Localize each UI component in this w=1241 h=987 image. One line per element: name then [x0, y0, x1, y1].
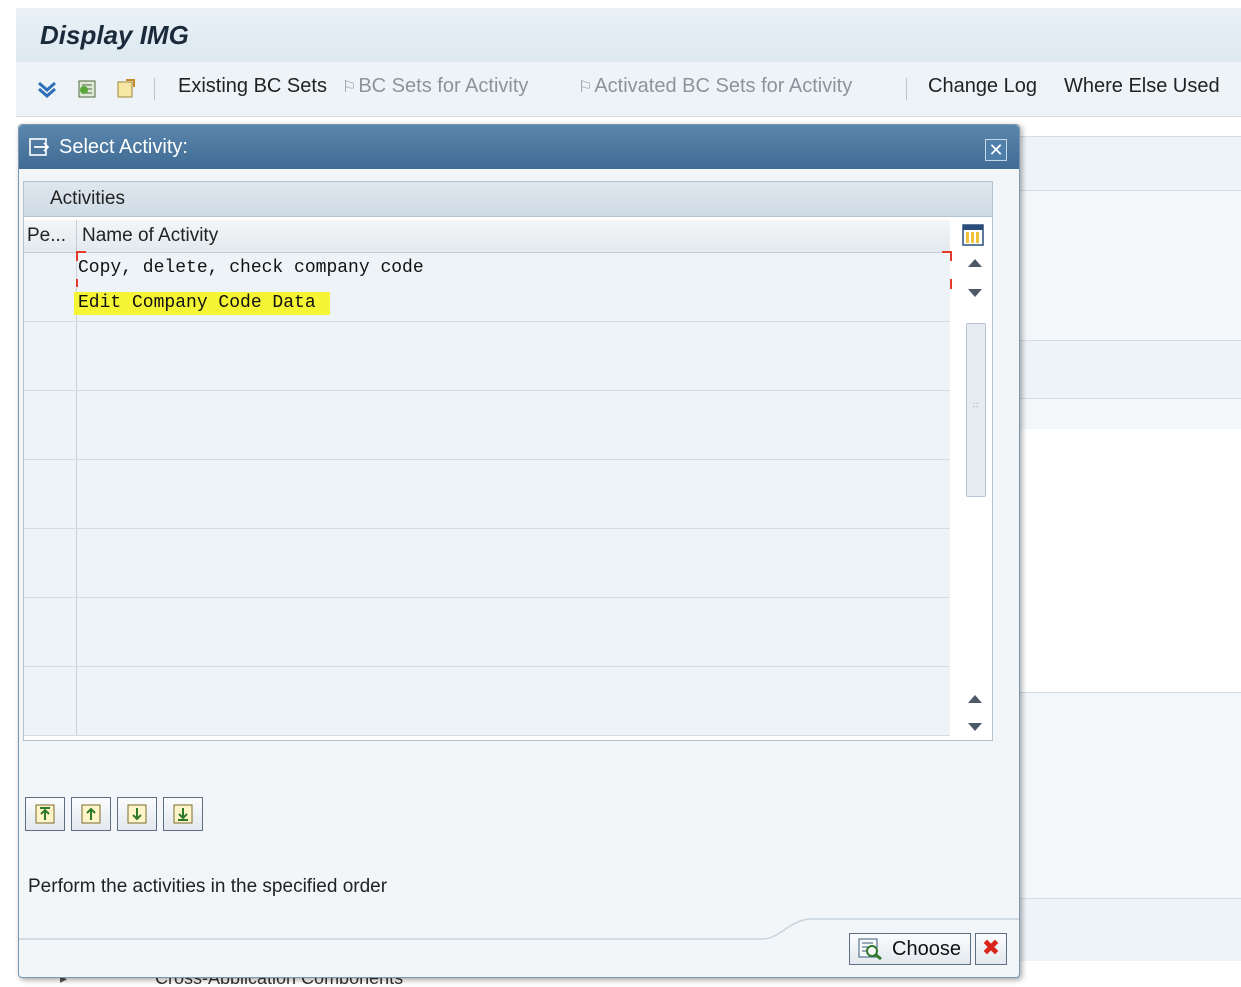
- dialog-header: Select Activity: ✕: [19, 125, 1019, 169]
- select-activity-dialog: Select Activity: ✕ Activities Pe... Name…: [18, 124, 1020, 978]
- bg-panel: [1018, 898, 1241, 961]
- activated-bc-sets-label: Activated BC Sets for Activity: [594, 75, 853, 97]
- table-row[interactable]: [24, 529, 950, 564]
- scroll-up-icon[interactable]: [968, 259, 982, 267]
- cancel-button[interactable]: ✖: [975, 933, 1007, 965]
- table-row[interactable]: [24, 356, 950, 391]
- row-selector[interactable]: [24, 460, 77, 494]
- grid-caption: Activities: [24, 182, 992, 217]
- change-log-button[interactable]: Change Log: [928, 75, 1037, 98]
- row-selector[interactable]: [24, 701, 77, 735]
- close-icon: ✕: [988, 140, 1004, 160]
- table-row[interactable]: [24, 322, 950, 357]
- up-icon: [81, 804, 101, 824]
- bc-sets-for-activity-button[interactable]: ⚐ BC Sets for Activity: [342, 75, 528, 98]
- toolbar-separator: [906, 78, 907, 100]
- dialog-title: Select Activity:: [59, 136, 188, 158]
- info-text: Perform the activities in the specified …: [28, 876, 388, 897]
- choose-button[interactable]: Choose: [849, 933, 971, 965]
- page-down-icon[interactable]: [968, 723, 982, 731]
- row-selector[interactable]: [24, 529, 77, 563]
- row-selector[interactable]: [24, 253, 77, 287]
- choose-label: Choose: [892, 938, 961, 960]
- table-row[interactable]: Copy, delete, check company code: [24, 251, 952, 289]
- app-title: Display IMG: [40, 20, 189, 50]
- expand-tree-icon[interactable]: [36, 78, 58, 100]
- bottom-icon: [173, 804, 193, 824]
- where-else-used-button[interactable]: Where Else Used: [1064, 75, 1220, 98]
- table-row[interactable]: [24, 425, 950, 460]
- table-row[interactable]: [24, 563, 950, 598]
- focus-marker: [942, 251, 952, 261]
- bg-panel: [1018, 340, 1241, 399]
- move-up-button[interactable]: [71, 797, 111, 831]
- table-row[interactable]: [24, 494, 950, 529]
- row-selector[interactable]: [24, 667, 77, 701]
- move-bottom-button[interactable]: [163, 797, 203, 831]
- bg-panel: [1018, 398, 1241, 429]
- table-row[interactable]: [24, 667, 950, 702]
- app-toolbar: Existing BC Sets ⚐ BC Sets for Activity ⚐…: [16, 62, 1241, 117]
- dialog-icon: [29, 138, 50, 156]
- row-selector[interactable]: [24, 356, 77, 390]
- choose-icon: [858, 938, 882, 960]
- close-button[interactable]: ✕: [985, 139, 1007, 161]
- bookmark-icon[interactable]: [76, 78, 98, 100]
- scroll-thumb[interactable]: ∷: [966, 323, 986, 497]
- table-row[interactable]: [24, 701, 950, 736]
- table-row[interactable]: [24, 598, 950, 633]
- row-selector[interactable]: [24, 322, 77, 356]
- table-row[interactable]: Edit Company Code Data: [24, 287, 950, 322]
- existing-bc-sets-button[interactable]: Existing BC Sets: [178, 75, 327, 98]
- move-down-button[interactable]: [117, 797, 157, 831]
- down-icon: [127, 804, 147, 824]
- toolbar-separator: [154, 78, 155, 100]
- row-selector[interactable]: [24, 425, 77, 459]
- move-top-button[interactable]: [25, 797, 65, 831]
- bc-set-icon: ⚐: [578, 79, 593, 96]
- focus-marker: [76, 251, 86, 261]
- table-row[interactable]: [24, 391, 950, 426]
- row-selector[interactable]: [24, 598, 77, 632]
- bc-sets-for-activity-label: BC Sets for Activity: [358, 75, 529, 97]
- row-selector[interactable]: [24, 494, 77, 528]
- bg-panel: [1018, 136, 1241, 191]
- scroll-down-icon[interactable]: [968, 289, 982, 297]
- top-icon: [35, 804, 55, 824]
- activated-bc-sets-button[interactable]: ⚐ Activated BC Sets for Activity: [578, 75, 852, 98]
- activities-grid: Activities Pe... Name of Activity Copy, …: [23, 181, 993, 741]
- row-selector[interactable]: [24, 391, 77, 425]
- grid-caption-label: Activities: [50, 188, 125, 209]
- page-up-icon[interactable]: [968, 695, 982, 703]
- table-row[interactable]: [24, 632, 950, 667]
- grip-icon: ∷: [973, 401, 979, 410]
- grid-header-row: Pe... Name of Activity: [24, 220, 950, 253]
- activity-name[interactable]: Edit Company Code Data: [74, 292, 330, 315]
- bg-panel: [1018, 190, 1241, 341]
- bg-panel: [1018, 692, 1241, 899]
- vertical-scrollbar[interactable]: ∷: [960, 253, 988, 739]
- activity-name[interactable]: Copy, delete, check company code: [78, 258, 424, 278]
- cancel-icon: ✖: [981, 935, 1001, 960]
- row-selector[interactable]: [24, 632, 77, 666]
- note-icon[interactable]: [114, 78, 136, 100]
- app-title-bar: Display IMG: [16, 8, 1241, 63]
- column-layout-icon[interactable]: [962, 224, 984, 246]
- bc-set-icon: ⚐: [342, 79, 357, 96]
- column-header-name[interactable]: Name of Activity: [82, 225, 218, 247]
- table-row[interactable]: [24, 460, 950, 495]
- row-selector[interactable]: [24, 563, 77, 597]
- row-selector[interactable]: [24, 287, 77, 321]
- column-divider[interactable]: [76, 220, 77, 252]
- column-header-perform[interactable]: Pe...: [27, 225, 66, 247]
